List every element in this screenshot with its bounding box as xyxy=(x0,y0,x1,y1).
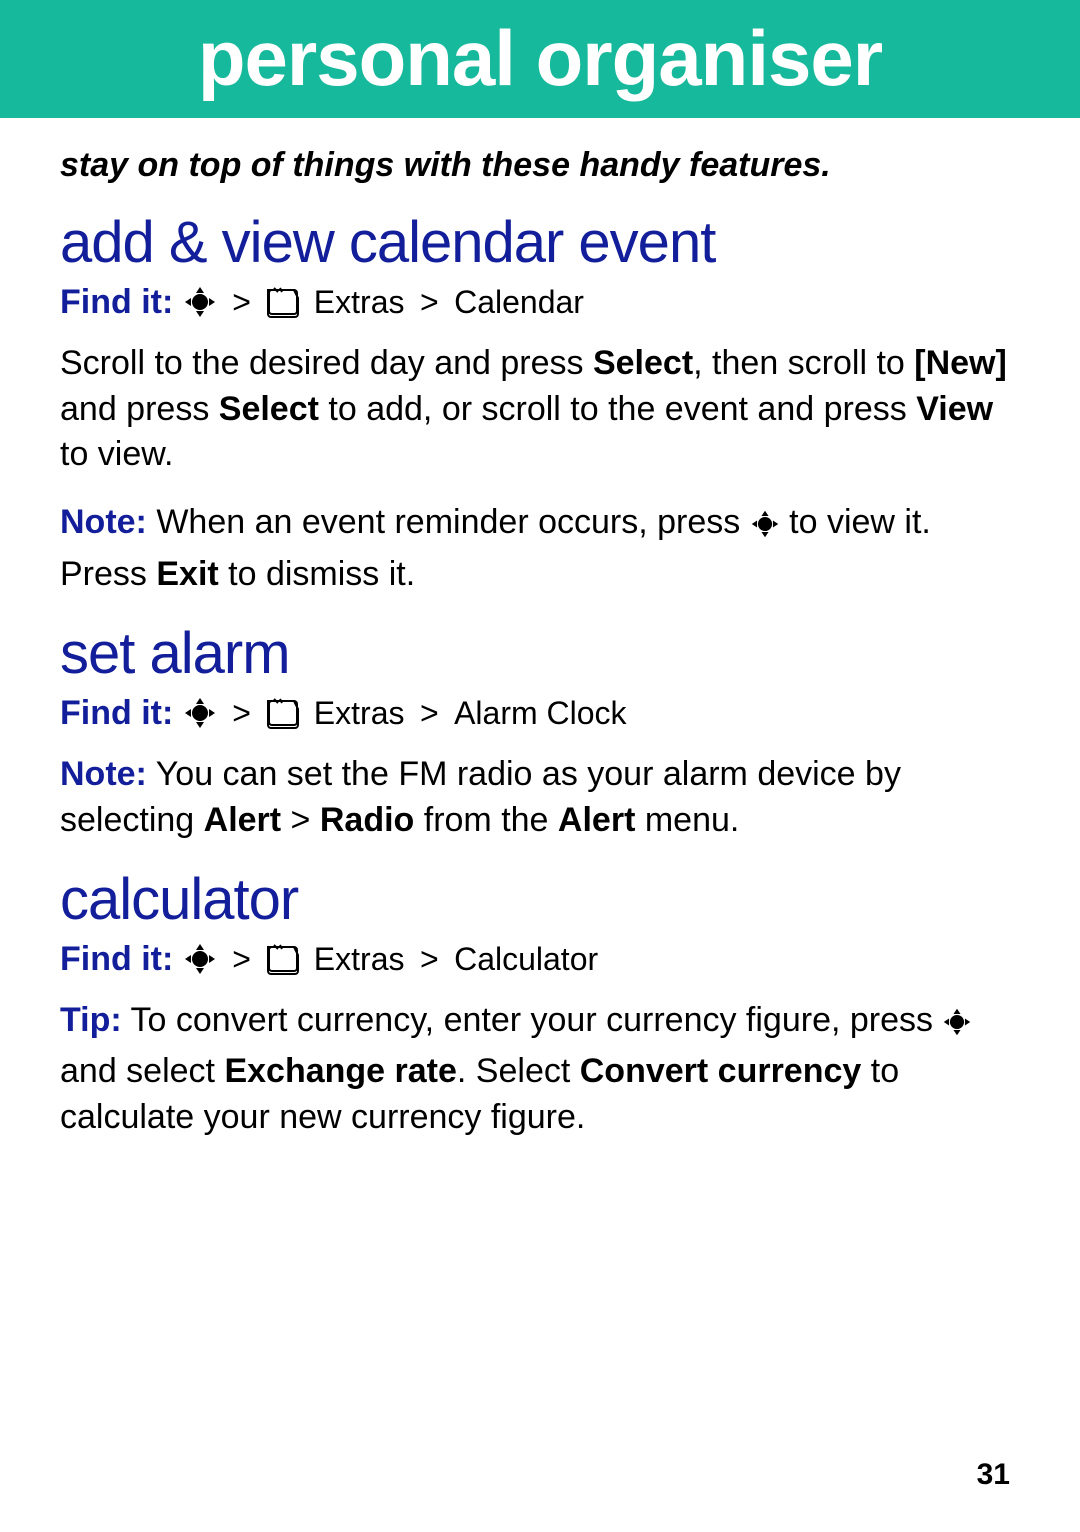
calculator-tip: Tip: To convert currency, enter your cur… xyxy=(60,998,1020,1142)
nav-key-icon xyxy=(183,285,217,329)
findit-label: Find it: xyxy=(60,694,173,732)
manual-page: personal organiser stay on top of things… xyxy=(0,0,1080,1532)
page-content: stay on top of things with these handy f… xyxy=(0,118,1080,1141)
txt: from the xyxy=(414,801,558,839)
findit-label: Find it: xyxy=(60,940,173,978)
alarm-note: Note: You can set the FM radio as your a… xyxy=(60,752,1020,844)
txt: , then scroll to xyxy=(693,344,914,382)
findit-calendar: Find it: > Extras > Cale xyxy=(60,282,1020,329)
gt-2: > xyxy=(414,941,445,977)
txt: > xyxy=(281,801,320,839)
txt: To convert currency, enter your currency… xyxy=(122,1001,943,1039)
txt: Scroll to the desired day and press xyxy=(60,344,593,382)
txt: . Select xyxy=(457,1052,580,1090)
tip-label: Tip: xyxy=(60,1001,122,1039)
chapter-banner: personal organiser xyxy=(0,0,1080,118)
gt-2: > xyxy=(414,284,445,320)
nav-key-icon xyxy=(183,696,217,740)
gt-2: > xyxy=(414,695,445,731)
kw-view: View xyxy=(916,390,993,428)
crumb-extras: Extras xyxy=(314,284,405,320)
txt: menu. xyxy=(635,801,739,839)
txt: to view. xyxy=(60,435,173,473)
section-heading-alarm: set alarm xyxy=(60,620,1020,687)
extras-menu-icon xyxy=(266,696,304,740)
kw-exit: Exit xyxy=(156,555,218,593)
kw-select-1: Select xyxy=(593,344,693,382)
nav-key-icon xyxy=(183,942,217,986)
extras-menu-icon xyxy=(266,942,304,986)
nav-key-icon xyxy=(942,1004,972,1050)
note-label: Note: xyxy=(60,503,147,541)
txt: When an event reminder occurs, press xyxy=(147,503,750,541)
gt-1: > xyxy=(226,695,257,731)
txt: and select xyxy=(60,1052,224,1090)
txt: and press xyxy=(60,390,219,428)
kw-convert-currency: Convert currency xyxy=(580,1052,862,1090)
gt-1: > xyxy=(226,941,257,977)
section-heading-calendar: add & view calendar event xyxy=(60,209,1020,276)
section-heading-calculator: calculator xyxy=(60,866,1020,933)
kw-alert-1: Alert xyxy=(204,801,281,839)
findit-label: Find it: xyxy=(60,283,173,321)
calendar-note: Note: When an event reminder occurs, pre… xyxy=(60,500,1020,598)
extras-menu-icon xyxy=(266,285,304,329)
kw-select-2: Select xyxy=(219,390,319,428)
kw-exchange-rate: Exchange rate xyxy=(224,1052,456,1090)
kw-alert-2: Alert xyxy=(558,801,635,839)
findit-calculator: Find it: > Extras > Calc xyxy=(60,939,1020,986)
page-number: 31 xyxy=(977,1458,1010,1492)
crumb-extras: Extras xyxy=(314,695,405,731)
kw-radio: Radio xyxy=(320,801,414,839)
crumb-alarm-clock: Alarm Clock xyxy=(454,695,626,731)
crumb-calendar: Calendar xyxy=(454,284,584,320)
nav-key-icon xyxy=(750,506,780,552)
calendar-instructions: Scroll to the desired day and press Sele… xyxy=(60,341,1020,479)
gt-1: > xyxy=(226,284,257,320)
findit-alarm: Find it: > Extras > Alar xyxy=(60,693,1020,740)
kw-new: [New] xyxy=(914,344,1007,382)
chapter-title: personal organiser xyxy=(198,14,882,102)
crumb-extras: Extras xyxy=(314,941,405,977)
txt: to dismiss it. xyxy=(219,555,415,593)
crumb-calculator: Calculator xyxy=(454,941,598,977)
note-label: Note: xyxy=(60,755,147,793)
txt: to add, or scroll to the event and press xyxy=(319,390,916,428)
chapter-tagline: stay on top of things with these handy f… xyxy=(60,146,1020,185)
